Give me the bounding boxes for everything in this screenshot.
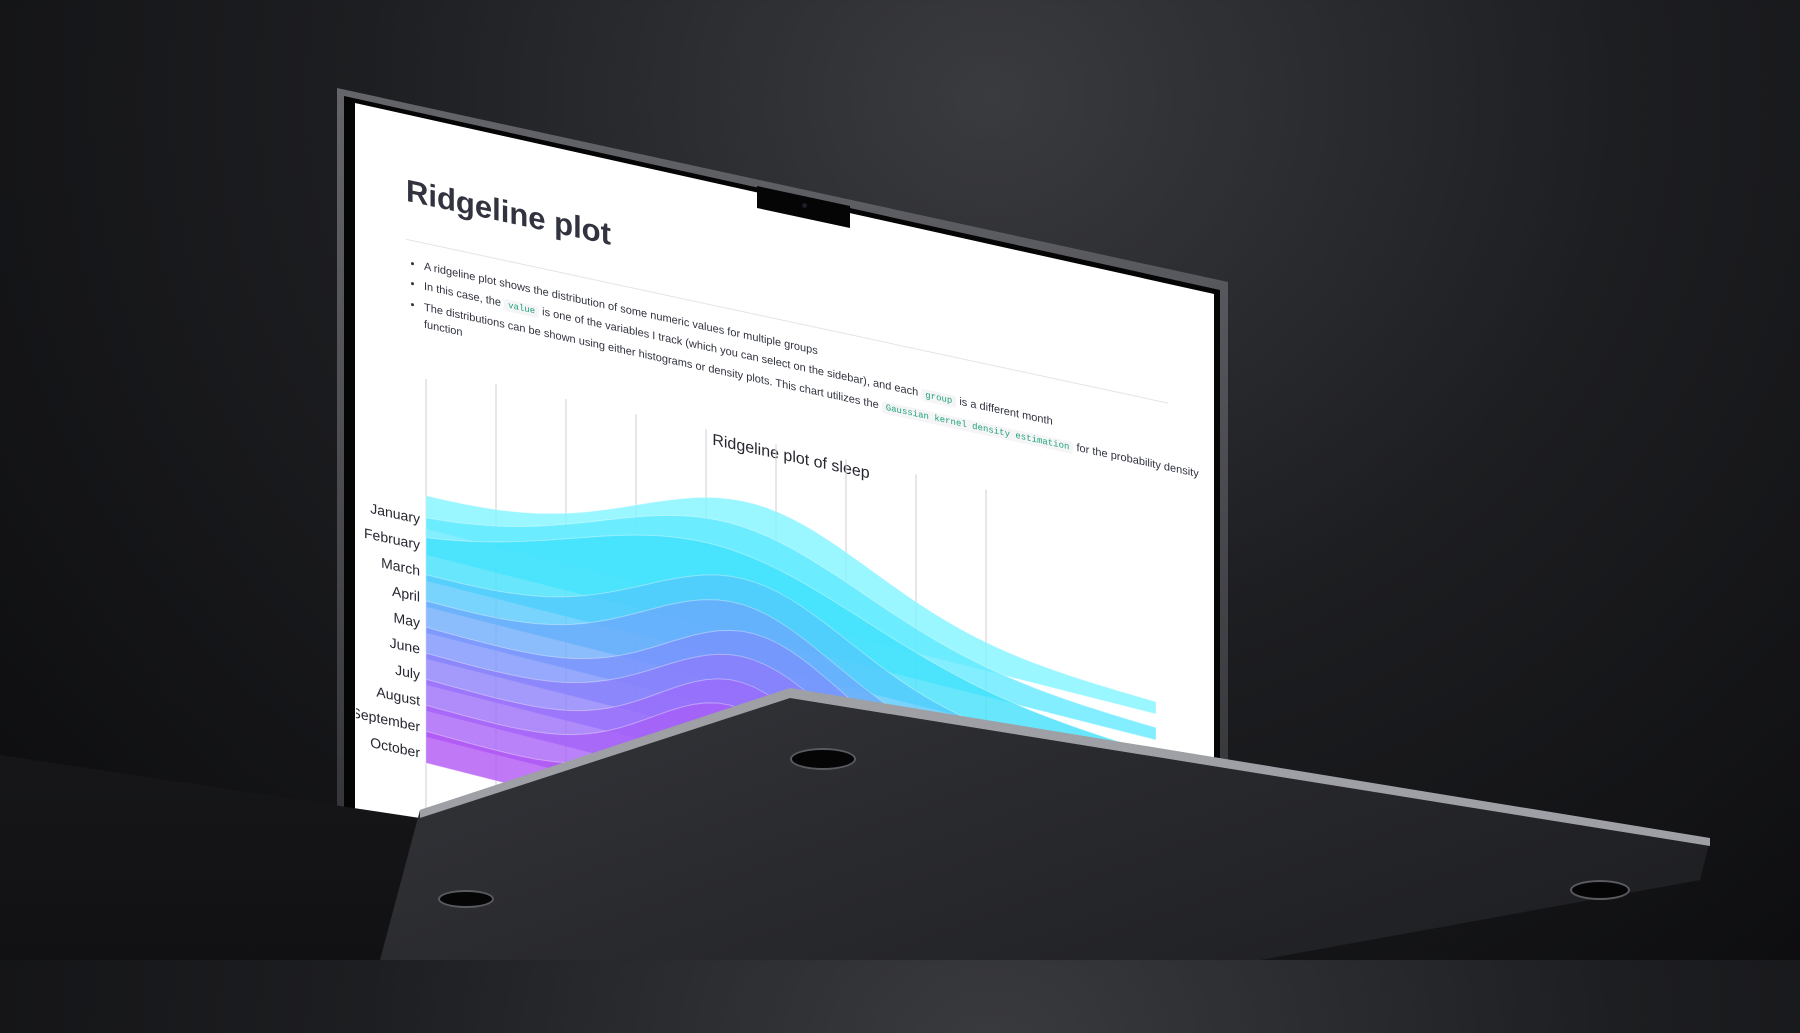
app-page: Ridgeline plot A ridgeline plot shows th… [356, 104, 1214, 820]
camera-icon [802, 203, 807, 208]
y-label-september: September [356, 705, 420, 736]
y-label-june: June [390, 635, 420, 657]
y-label-january: January [370, 501, 421, 528]
y-label-july: July [395, 663, 421, 684]
y-label-august: August [376, 685, 420, 710]
page-title: Ridgeline plot [406, 172, 611, 252]
y-label-february: February [364, 526, 421, 554]
code-group: group [921, 388, 957, 409]
code-value: value [504, 298, 540, 319]
y-label-may: May [394, 610, 421, 632]
y-label-march: March [381, 556, 420, 580]
y-label-october: October [370, 735, 420, 762]
y-label-april: April [392, 584, 420, 606]
ridge-series [425, 495, 1156, 820]
y-axis-labels: JanuaryFebruaryMarch April May June JulyAugu… [356, 501, 421, 762]
screen-area: Ridgeline plot A ridgeline plot shows th… [355, 103, 1214, 820]
laptop-lid: Ridgeline plot A ridgeline plot shows th… [0, 0, 1800, 960]
